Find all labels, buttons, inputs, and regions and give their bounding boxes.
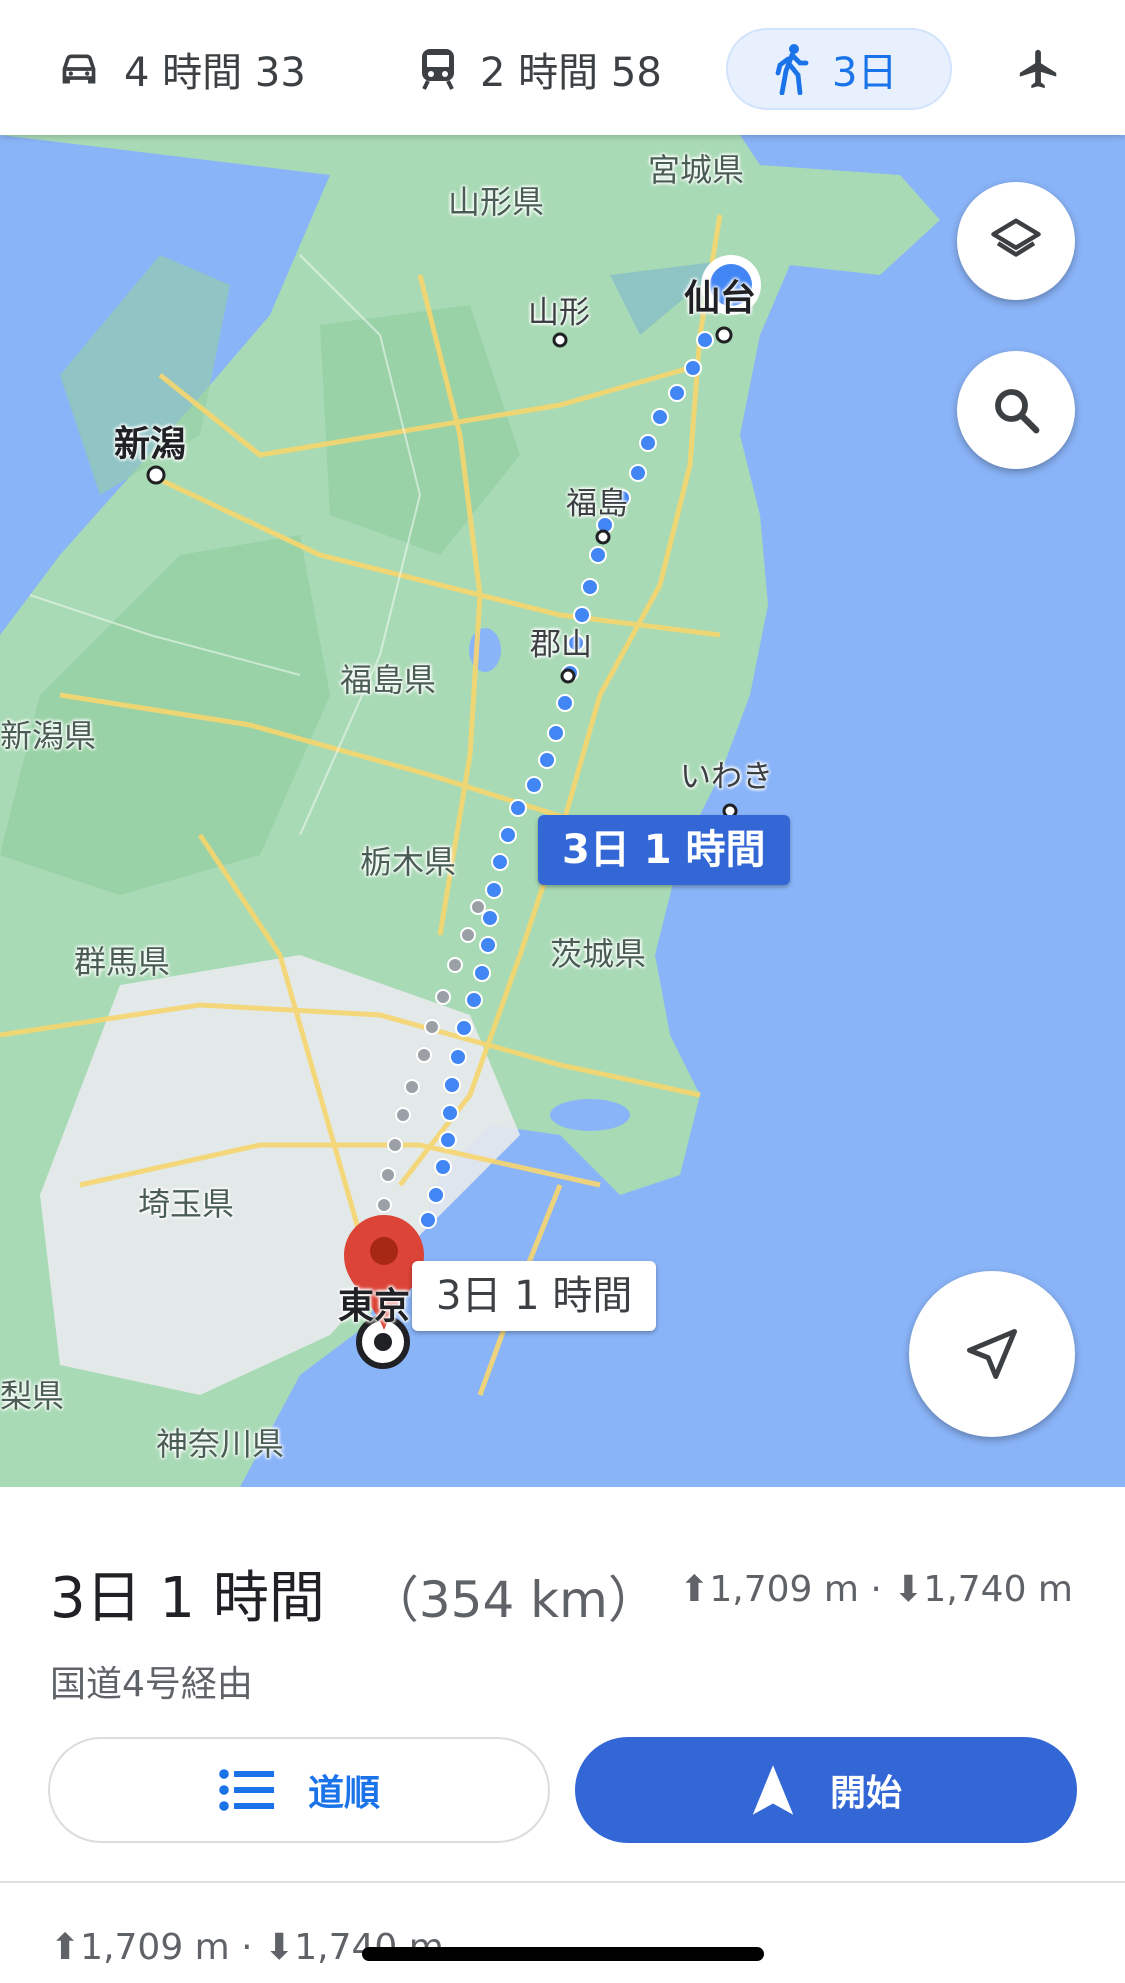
alt-route-duration-bubble[interactable]: 3日 1 時間 — [412, 1261, 657, 1331]
navigation-icon — [752, 1765, 794, 1815]
label-ibaraki-pref: 茨城県 — [550, 935, 647, 973]
label-koriyama: 郡山 — [530, 627, 592, 663]
label-sendai: 仙台 — [684, 278, 757, 319]
label-miyagi-pref: 宮城県 — [648, 151, 745, 189]
mode-flight-tab[interactable] — [1016, 28, 1084, 110]
route-duration-bubble[interactable]: 3日 1 時間 — [538, 815, 790, 885]
start-button[interactable]: 開始 — [575, 1737, 1077, 1843]
recenter-button[interactable] — [909, 1271, 1075, 1437]
navigation-arrow-icon — [967, 1329, 1017, 1379]
start-button-label: 開始 — [829, 1773, 902, 1814]
mode-walk-label: 3日 — [832, 50, 898, 96]
steps-button-label: 道順 — [307, 1773, 380, 1814]
layers-icon — [991, 218, 1041, 257]
maps-directions-screen: 4 時間 33 2 時間 58 3日 宮城県 山形県 山形 仙台 新潟 福島 郡… — [0, 0, 1125, 1983]
car-icon — [62, 54, 96, 84]
route-via: 国道4号経由 — [50, 1664, 253, 1705]
list-icon — [219, 1769, 274, 1811]
label-yamagata: 山形 — [528, 295, 590, 331]
search-icon — [995, 389, 1040, 434]
mode-transit-tab[interactable]: 2 時間 58 — [418, 28, 662, 110]
travel-mode-bar: 4 時間 33 2 時間 58 3日 — [0, 0, 1125, 135]
steps-button[interactable]: 道順 — [48, 1737, 550, 1843]
divider — [0, 1881, 1125, 1883]
airplane-icon — [1019, 49, 1057, 89]
map-view[interactable]: 宮城県 山形県 山形 仙台 新潟 福島 郡山 福島県 新潟県 いわき 栃木県 茨… — [0, 135, 1125, 1487]
label-kanagawa-pref: 神奈川県 — [156, 1425, 285, 1463]
mode-transit-label: 2 時間 58 — [480, 50, 662, 96]
label-iwaki: いわき — [680, 759, 773, 795]
elevation-summary: ⬆1,709 m · ⬇1,740 m — [679, 1569, 1073, 1610]
layers-button[interactable] — [957, 182, 1075, 300]
label-yamagata-pref: 山形県 — [448, 183, 545, 221]
label-yamanashi-pref: 梨県 — [0, 1377, 65, 1415]
label-niigata-pref: 新潟県 — [0, 717, 97, 755]
train-icon — [422, 49, 454, 90]
label-tokyo: 東京 — [338, 1286, 411, 1327]
label-niigata: 新潟 — [114, 424, 187, 465]
route-distance: （354 km） — [368, 1571, 658, 1629]
route-summary: 3日 1 時間 （354 km） — [50, 1553, 658, 1634]
mode-drive-tab[interactable]: 4 時間 33 — [56, 28, 306, 110]
label-tochigi-pref: 栃木県 — [360, 843, 457, 881]
label-fukushima: 福島 — [566, 486, 628, 522]
label-fukushima-pref: 福島県 — [340, 661, 437, 699]
label-gunma-pref: 群馬県 — [74, 943, 171, 981]
search-along-route-button[interactable] — [957, 351, 1075, 469]
route-duration: 3日 1 時間 — [50, 1566, 325, 1631]
mode-walk-tab[interactable]: 3日 — [726, 28, 952, 110]
route-summary-sheet[interactable]: 3日 1 時間 （354 km） ⬆1,709 m · ⬇1,740 m 国道4… — [0, 1487, 1125, 1983]
home-indicator[interactable] — [362, 1947, 764, 1961]
walking-icon — [775, 44, 809, 95]
mode-drive-label: 4 時間 33 — [124, 50, 306, 96]
label-saitama-pref: 埼玉県 — [138, 1185, 235, 1223]
